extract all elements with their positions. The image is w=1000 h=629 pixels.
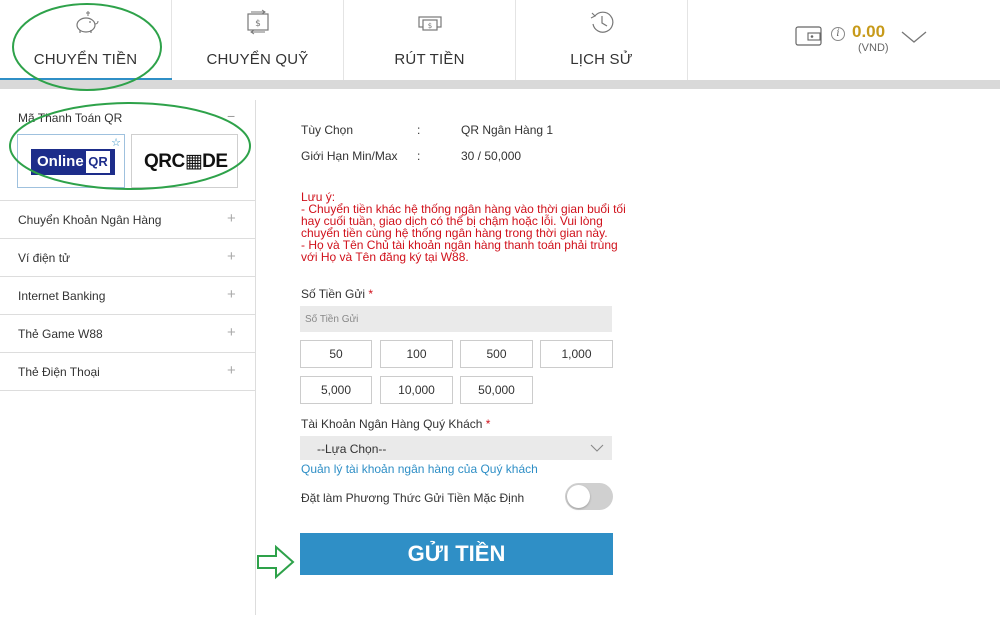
default-method-label: Đặt làm Phương Thức Gửi Tiền Mặc Định	[301, 491, 525, 505]
option-colon: :	[417, 123, 421, 137]
expand-icon: +	[227, 324, 236, 341]
online-qr-method-card[interactable]: ☆ Online QR	[17, 134, 125, 188]
amount-label: Số Tiền Gửi *	[301, 287, 373, 301]
sidebar-item-label: Thẻ Game W88	[18, 327, 103, 341]
expand-icon: +	[227, 286, 236, 303]
wallet-icon[interactable]	[795, 24, 823, 46]
transfer-money-icon: $	[246, 9, 269, 35]
quick-amount-10000[interactable]: 10,000	[380, 376, 453, 404]
sidebar-item-bank-transfer[interactable]: Chuyển Khoản Ngân Hàng +	[0, 201, 255, 239]
quick-amount-50[interactable]: 50	[300, 340, 372, 368]
sidebar-item-label: Chuyển Khoản Ngân Hàng	[18, 213, 162, 227]
limit-label: Giới Hạn Min/Max	[301, 149, 398, 163]
tab-rut-tien[interactable]: $ RÚT TIỀN	[344, 0, 516, 80]
tab-label: LỊCH SỬ	[570, 51, 633, 68]
wallet-balance: 0.00	[852, 22, 886, 41]
top-navigation: CHUYỂN TIỀN $ CHUYỂN QUỸ $ RÚT TIỀN LỊCH…	[0, 0, 1000, 80]
qrcode-method-card[interactable]: QRC▦DE	[131, 134, 238, 188]
chevron-down-icon[interactable]	[901, 30, 927, 44]
quick-amount-50000[interactable]: 50,000	[460, 376, 533, 404]
manage-bank-accounts-link[interactable]: Quản lý tài khoản ngân hàng của Quý khác…	[301, 462, 538, 476]
sidebar-item-game-card[interactable]: Thẻ Game W88 +	[0, 315, 255, 353]
quick-amount-500[interactable]: 500	[460, 340, 533, 368]
default-method-toggle[interactable]	[565, 483, 613, 510]
star-icon: ☆	[111, 137, 121, 149]
note-line: với Họ và Tên đăng ký tại W88.	[301, 250, 469, 264]
option-label: Tùy Chọn	[301, 123, 354, 137]
amount-input[interactable]	[300, 306, 612, 332]
tab-chuyen-quy[interactable]: $ CHUYỂN QUỸ	[172, 0, 344, 80]
option-value: QR Ngân Hàng 1	[461, 123, 554, 137]
nav-divider	[0, 80, 1000, 89]
tab-label: CHUYỂN TIỀN	[33, 51, 138, 68]
limit-colon: :	[417, 149, 421, 163]
annotation-arrow-icon	[257, 544, 295, 580]
payment-method-sidebar: Mã Thanh Toán QR − ☆ Online QR QRC▦DE Ch…	[0, 100, 256, 615]
sidebar-item-internet-banking[interactable]: Internet Banking +	[0, 277, 255, 315]
qr-section-title[interactable]: Mã Thanh Toán QR	[18, 111, 122, 125]
limit-value: 30 / 50,000	[461, 149, 522, 163]
online-qr-logo: Online QR	[31, 149, 115, 175]
sidebar-item-phone-card[interactable]: Thẻ Điện Thoại +	[0, 353, 255, 391]
deposit-page: CHUYỂN TIỀN $ CHUYỂN QUỸ $ RÚT TIỀN LỊCH…	[0, 0, 1000, 629]
bank-account-label-text: Tài Khoản Ngân Hàng Quý Khách	[301, 417, 483, 431]
toggle-knob	[567, 485, 590, 508]
quick-amount-5000[interactable]: 5,000	[300, 376, 372, 404]
bank-account-select[interactable]: --Lựa Chọn--	[300, 436, 612, 460]
qr-payment-section: Mã Thanh Toán QR − ☆ Online QR QRC▦DE	[0, 100, 255, 201]
collapse-icon[interactable]: −	[227, 108, 235, 124]
withdraw-money-icon: $	[417, 16, 442, 31]
quick-amount-100[interactable]: 100	[380, 340, 453, 368]
tab-lich-su[interactable]: LỊCH SỬ	[516, 0, 688, 80]
required-mark: *	[485, 417, 491, 431]
online-qr-logo-box: QR	[84, 151, 112, 173]
deposit-submit-button[interactable]: GỬI TIỀN	[300, 533, 613, 575]
bank-account-select-value: --Lựa Chọn--	[317, 442, 387, 456]
required-mark: *	[368, 287, 374, 301]
piggy-bank-icon	[75, 11, 98, 33]
expand-icon: +	[227, 362, 236, 379]
svg-text:$: $	[427, 22, 431, 30]
sidebar-item-e-wallet[interactable]: Ví điện tử +	[0, 239, 255, 277]
sidebar-item-label: Internet Banking	[18, 289, 106, 303]
svg-text:$: $	[255, 19, 261, 29]
online-qr-logo-text: Online	[37, 153, 84, 170]
tab-label: CHUYỂN QUỸ	[206, 51, 309, 68]
wallet-currency: (VND)	[858, 42, 889, 54]
expand-icon: +	[227, 248, 236, 265]
qrcode-logo: QRC▦DE	[144, 151, 228, 172]
sidebar-item-label: Ví điện tử	[18, 251, 71, 265]
expand-icon: +	[227, 210, 236, 227]
history-clock-icon	[590, 11, 613, 33]
bank-account-label: Tài Khoản Ngân Hàng Quý Khách *	[301, 417, 490, 431]
amount-label-text: Số Tiền Gửi	[301, 287, 366, 301]
warning-note: Lưu ý: - Chuyển tiền khác hệ thống ngân …	[301, 191, 626, 264]
chevron-down-icon	[590, 444, 604, 452]
tab-chuyen-tien[interactable]: CHUYỂN TIỀN	[0, 0, 172, 80]
tab-label: RÚT TIỀN	[394, 51, 465, 68]
info-icon[interactable]: i	[831, 27, 845, 41]
sidebar-item-label: Thẻ Điện Thoại	[18, 365, 100, 379]
quick-amount-1000[interactable]: 1,000	[540, 340, 613, 368]
